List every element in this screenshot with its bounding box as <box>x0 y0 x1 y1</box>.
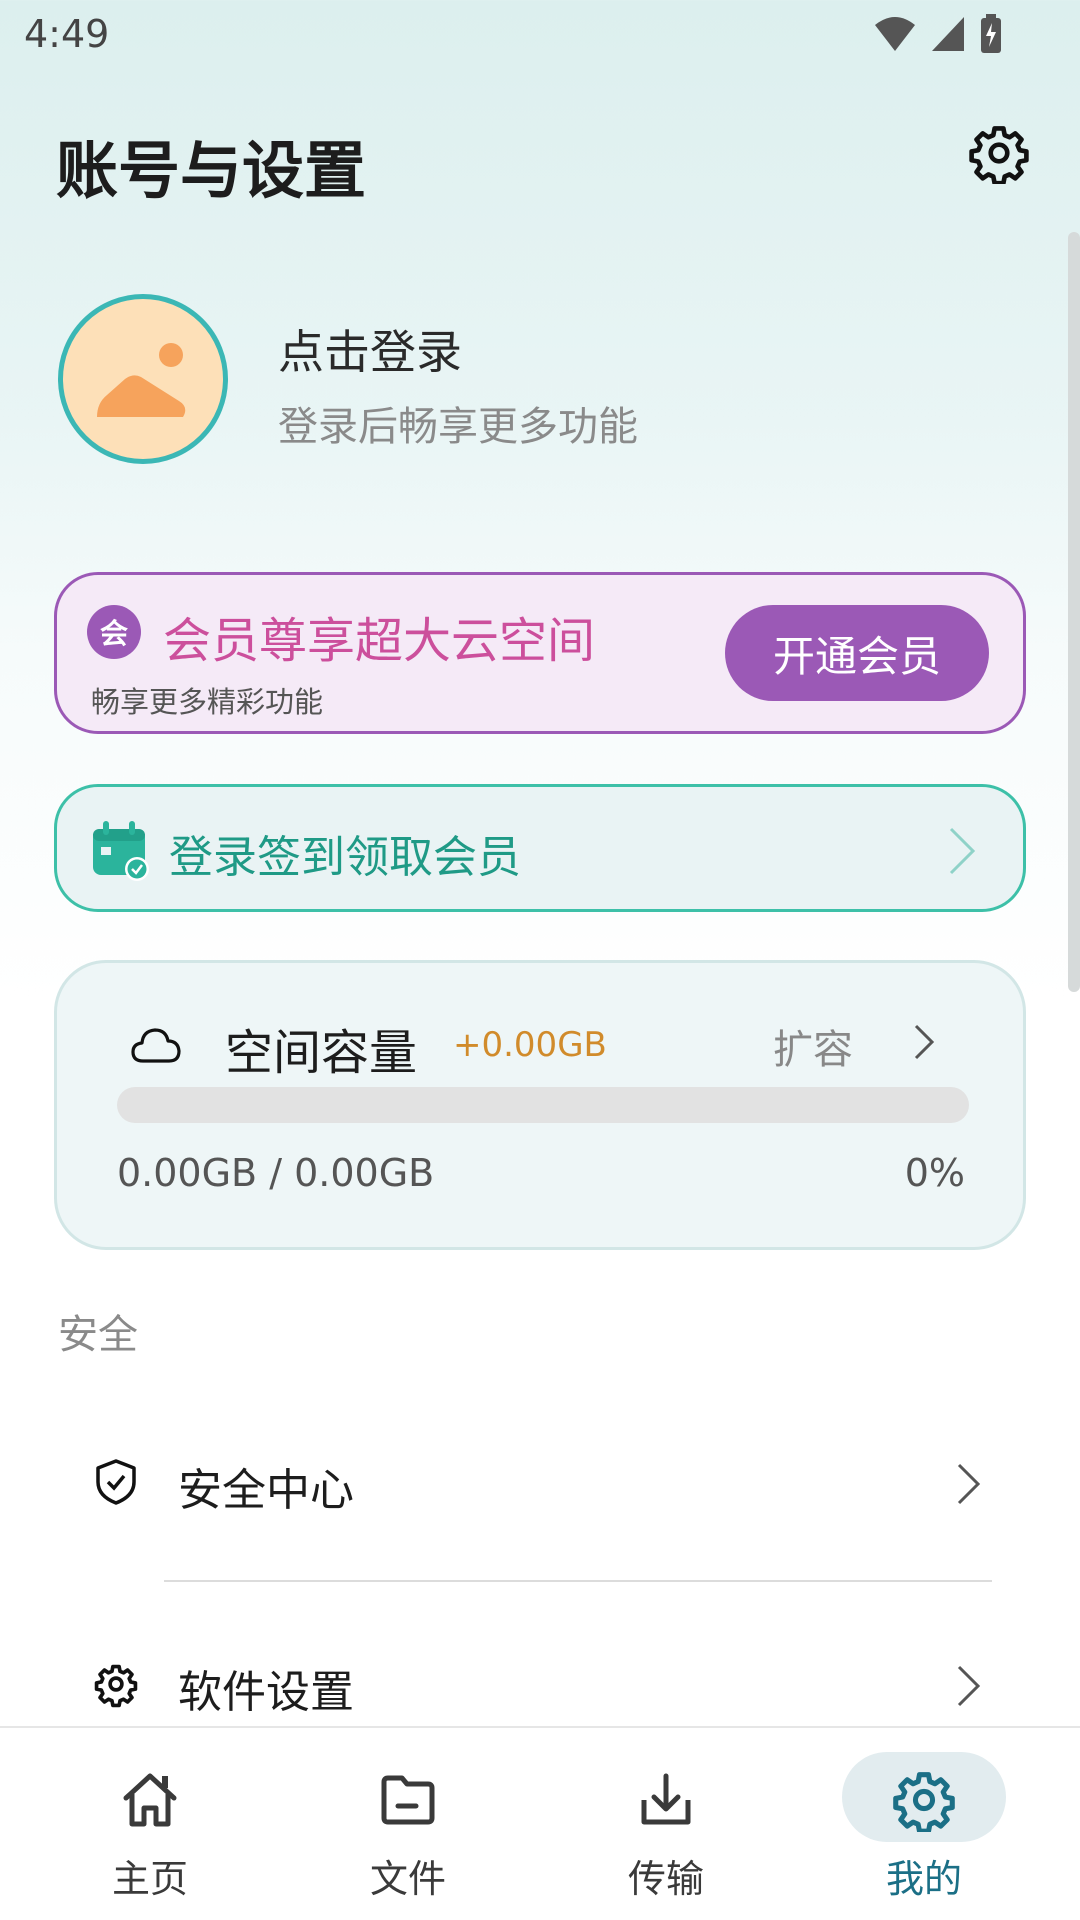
status-time: 4:49 <box>24 12 110 56</box>
login-subtitle: 登录后畅享更多功能 <box>278 404 638 450</box>
menu-item-app-settings[interactable]: 软件设置 <box>0 1622 1000 1742</box>
menu-item-security-center[interactable]: 安全中心 <box>0 1420 1000 1540</box>
vip-badge-icon: 会 <box>87 605 141 659</box>
expand-link[interactable]: 扩容 <box>773 1017 853 1075</box>
nav-label: 主页 <box>111 1857 188 1901</box>
login-title: 点击登录 <box>278 325 462 379</box>
open-vip-button[interactable]: 开通会员 <box>725 605 989 701</box>
cloud-icon <box>131 1028 181 1063</box>
download-icon <box>641 1773 691 1825</box>
avatar-placeholder-icon <box>97 343 186 417</box>
chevron-right-icon <box>957 1463 981 1505</box>
nav-item-mine[interactable]: 我的 <box>824 1728 1024 1920</box>
storage-usage: 0.00GB / 0.00GB <box>117 1151 435 1195</box>
chevron-right-icon <box>949 827 976 875</box>
menu-item-label: 软件设置 <box>178 1667 354 1718</box>
storage-title: 空间容量 <box>225 1025 418 1081</box>
nav-item-home[interactable]: 主页 <box>50 1728 250 1920</box>
vip-subtitle: 畅享更多精彩功能 <box>91 685 324 719</box>
header: 账号与设置 <box>0 100 1080 210</box>
settings-gear-icon[interactable] <box>968 122 1030 184</box>
signal-icon <box>932 17 964 51</box>
divider <box>164 1580 992 1582</box>
storage-card[interactable]: 空间容量 +0.00GB 扩容 0.00GB / 0.00GB 0% <box>54 960 1026 1250</box>
nav-label: 传输 <box>627 1857 704 1901</box>
nav-item-files[interactable]: 文件 <box>308 1728 508 1920</box>
nav-label: 文件 <box>369 1857 446 1901</box>
wifi-icon <box>875 17 915 51</box>
status-icons <box>874 14 1002 54</box>
profile-login[interactable]: 点击登录 登录后畅享更多功能 <box>58 294 958 470</box>
status-bar: 4:49 <box>0 0 1080 74</box>
checkin-card[interactable]: 登录签到领取会员 <box>54 784 1026 912</box>
gear-icon <box>94 1664 138 1708</box>
nav-label: 我的 <box>885 1857 962 1901</box>
folder-icon <box>381 1775 435 1825</box>
avatar[interactable] <box>58 294 228 464</box>
calendar-check-icon <box>93 821 149 881</box>
section-label-security: 安全 <box>58 1312 138 1358</box>
storage-extra: +0.00GB <box>453 1025 607 1065</box>
gear-icon <box>893 1772 955 1832</box>
nav-item-transfer[interactable]: 传输 <box>566 1728 766 1920</box>
bottom-nav: 主页 文件 传输 我的 <box>0 1726 1080 1920</box>
chevron-right-icon <box>957 1665 981 1707</box>
vip-title: 会员尊享超大云空间 <box>163 613 596 669</box>
storage-progress-bar <box>117 1087 969 1123</box>
battery-icon <box>981 14 1001 53</box>
checkin-label: 登录签到领取会员 <box>169 832 521 883</box>
scrollbar[interactable] <box>1068 232 1080 992</box>
shield-check-icon <box>96 1459 136 1505</box>
page-title: 账号与设置 <box>56 134 367 207</box>
menu-item-label: 安全中心 <box>178 1465 354 1516</box>
storage-percent: 0% <box>904 1151 965 1195</box>
vip-card[interactable]: 会 会员尊享超大云空间 畅享更多精彩功能 开通会员 <box>54 572 1026 734</box>
home-icon <box>123 1773 177 1827</box>
chevron-right-icon <box>914 1024 935 1060</box>
